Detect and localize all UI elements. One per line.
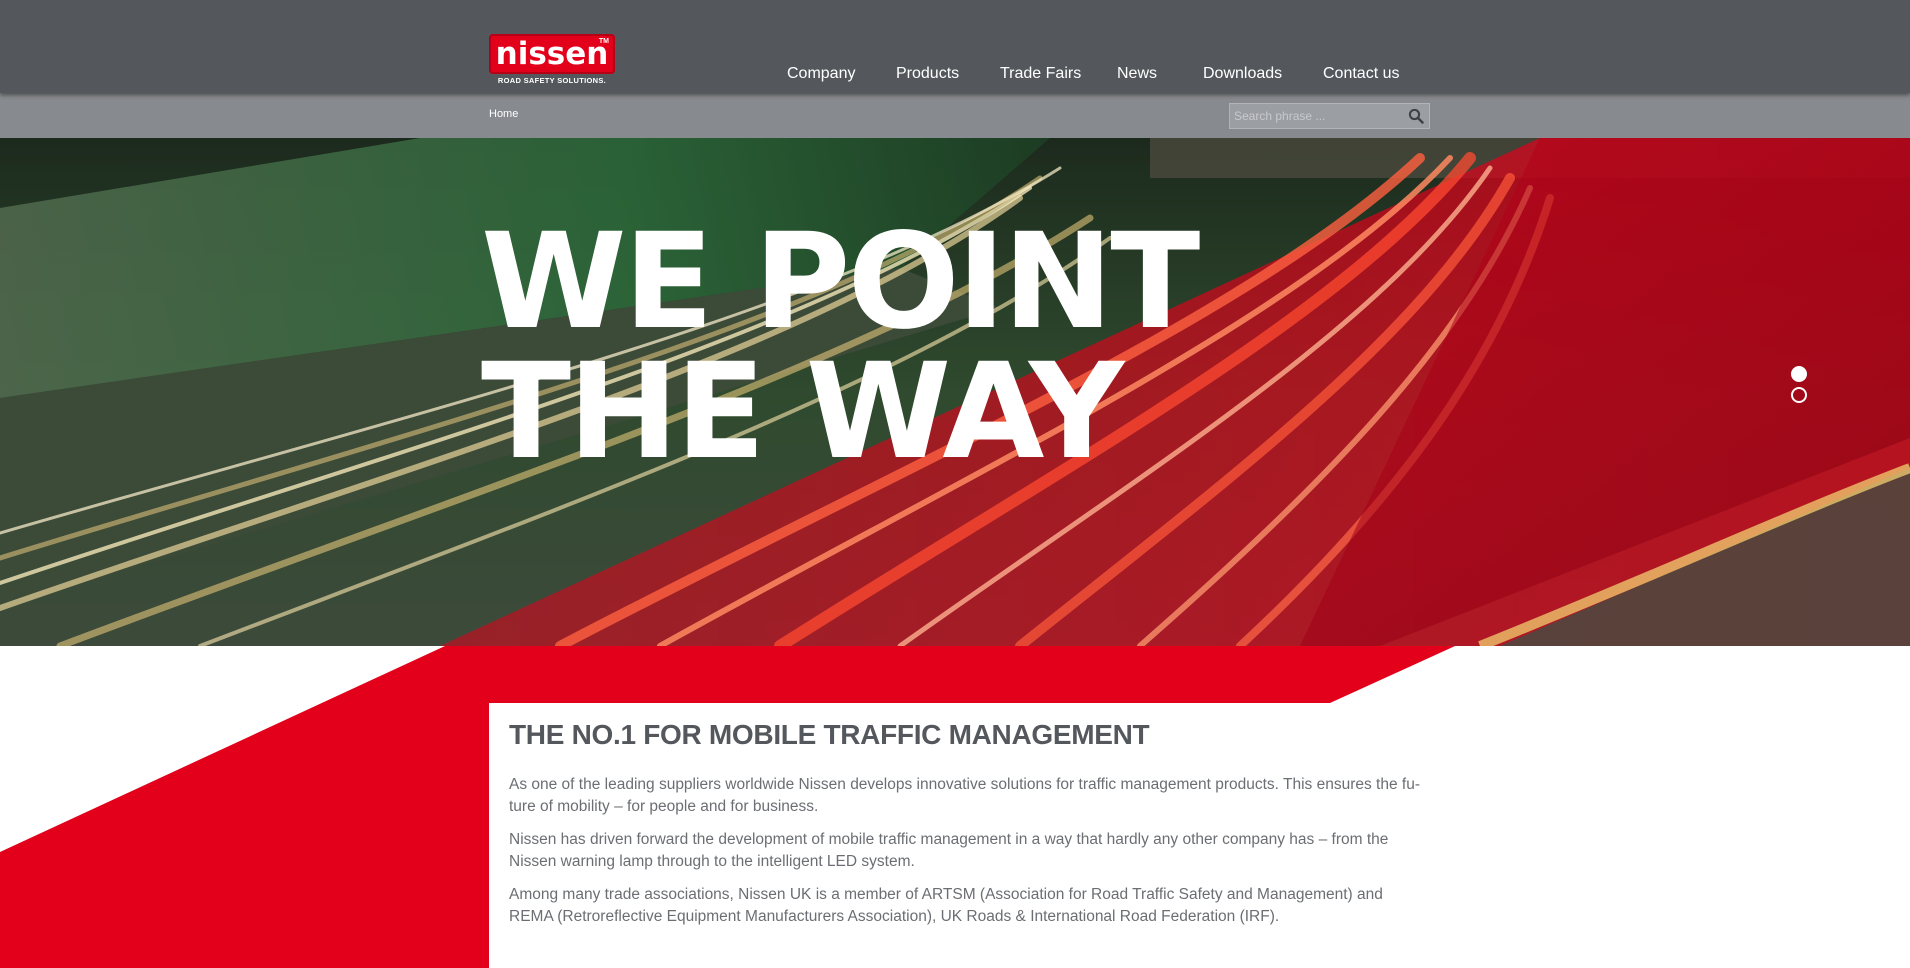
hero-headline-line-2: THE WAY [481, 335, 1124, 489]
slider-dot-2[interactable] [1791, 387, 1807, 403]
logo-tagline: ROAD SAFETY SOLUTIONS. [497, 76, 607, 85]
intro-paragraph-1: As one of the leading suppliers worldwid… [509, 776, 1420, 815]
nissen-logo[interactable]: nissen TM ROAD SAFETY SOLUTIONS. [489, 34, 615, 86]
search-icon[interactable] [1408, 108, 1424, 124]
slider-dot-1[interactable] [1791, 366, 1807, 382]
intro-paragraph-3: Among many trade associations, Nissen UK… [509, 886, 1383, 925]
logo-badge: nissen TM [489, 34, 615, 74]
nav-item-contact-us[interactable]: Contact us [1323, 62, 1399, 86]
search-input[interactable] [1230, 104, 1400, 128]
site-header: nissen TM ROAD SAFETY SOLUTIONS. Company… [0, 0, 1910, 93]
intro-section: THE NO.1 FOR MOBILE TRAFFIC MANAGEMENT A… [489, 703, 1431, 968]
logo-trademark: TM [598, 38, 609, 45]
nav-item-trade-fairs[interactable]: Trade Fairs [1000, 62, 1081, 86]
nav-item-products[interactable]: Products [896, 62, 959, 86]
nav-item-news[interactable]: News [1117, 62, 1157, 86]
sub-bar: Home [0, 93, 1910, 138]
hero-headline-line-1: WE POINT [481, 205, 1200, 359]
intro-paragraph-2: Nissen has driven forward the developmen… [509, 831, 1389, 870]
logo-wordmark: nissen [495, 36, 609, 72]
search-box [1229, 103, 1430, 129]
nav-item-downloads[interactable]: Downloads [1203, 62, 1282, 86]
hero-slider: WE POINT THE WAY [0, 138, 1910, 646]
nav-item-company[interactable]: Company [787, 62, 855, 86]
section-title: THE NO.1 FOR MOBILE TRAFFIC MANAGEMENT [509, 719, 1150, 750]
breadcrumb-home[interactable]: Home [489, 108, 518, 120]
